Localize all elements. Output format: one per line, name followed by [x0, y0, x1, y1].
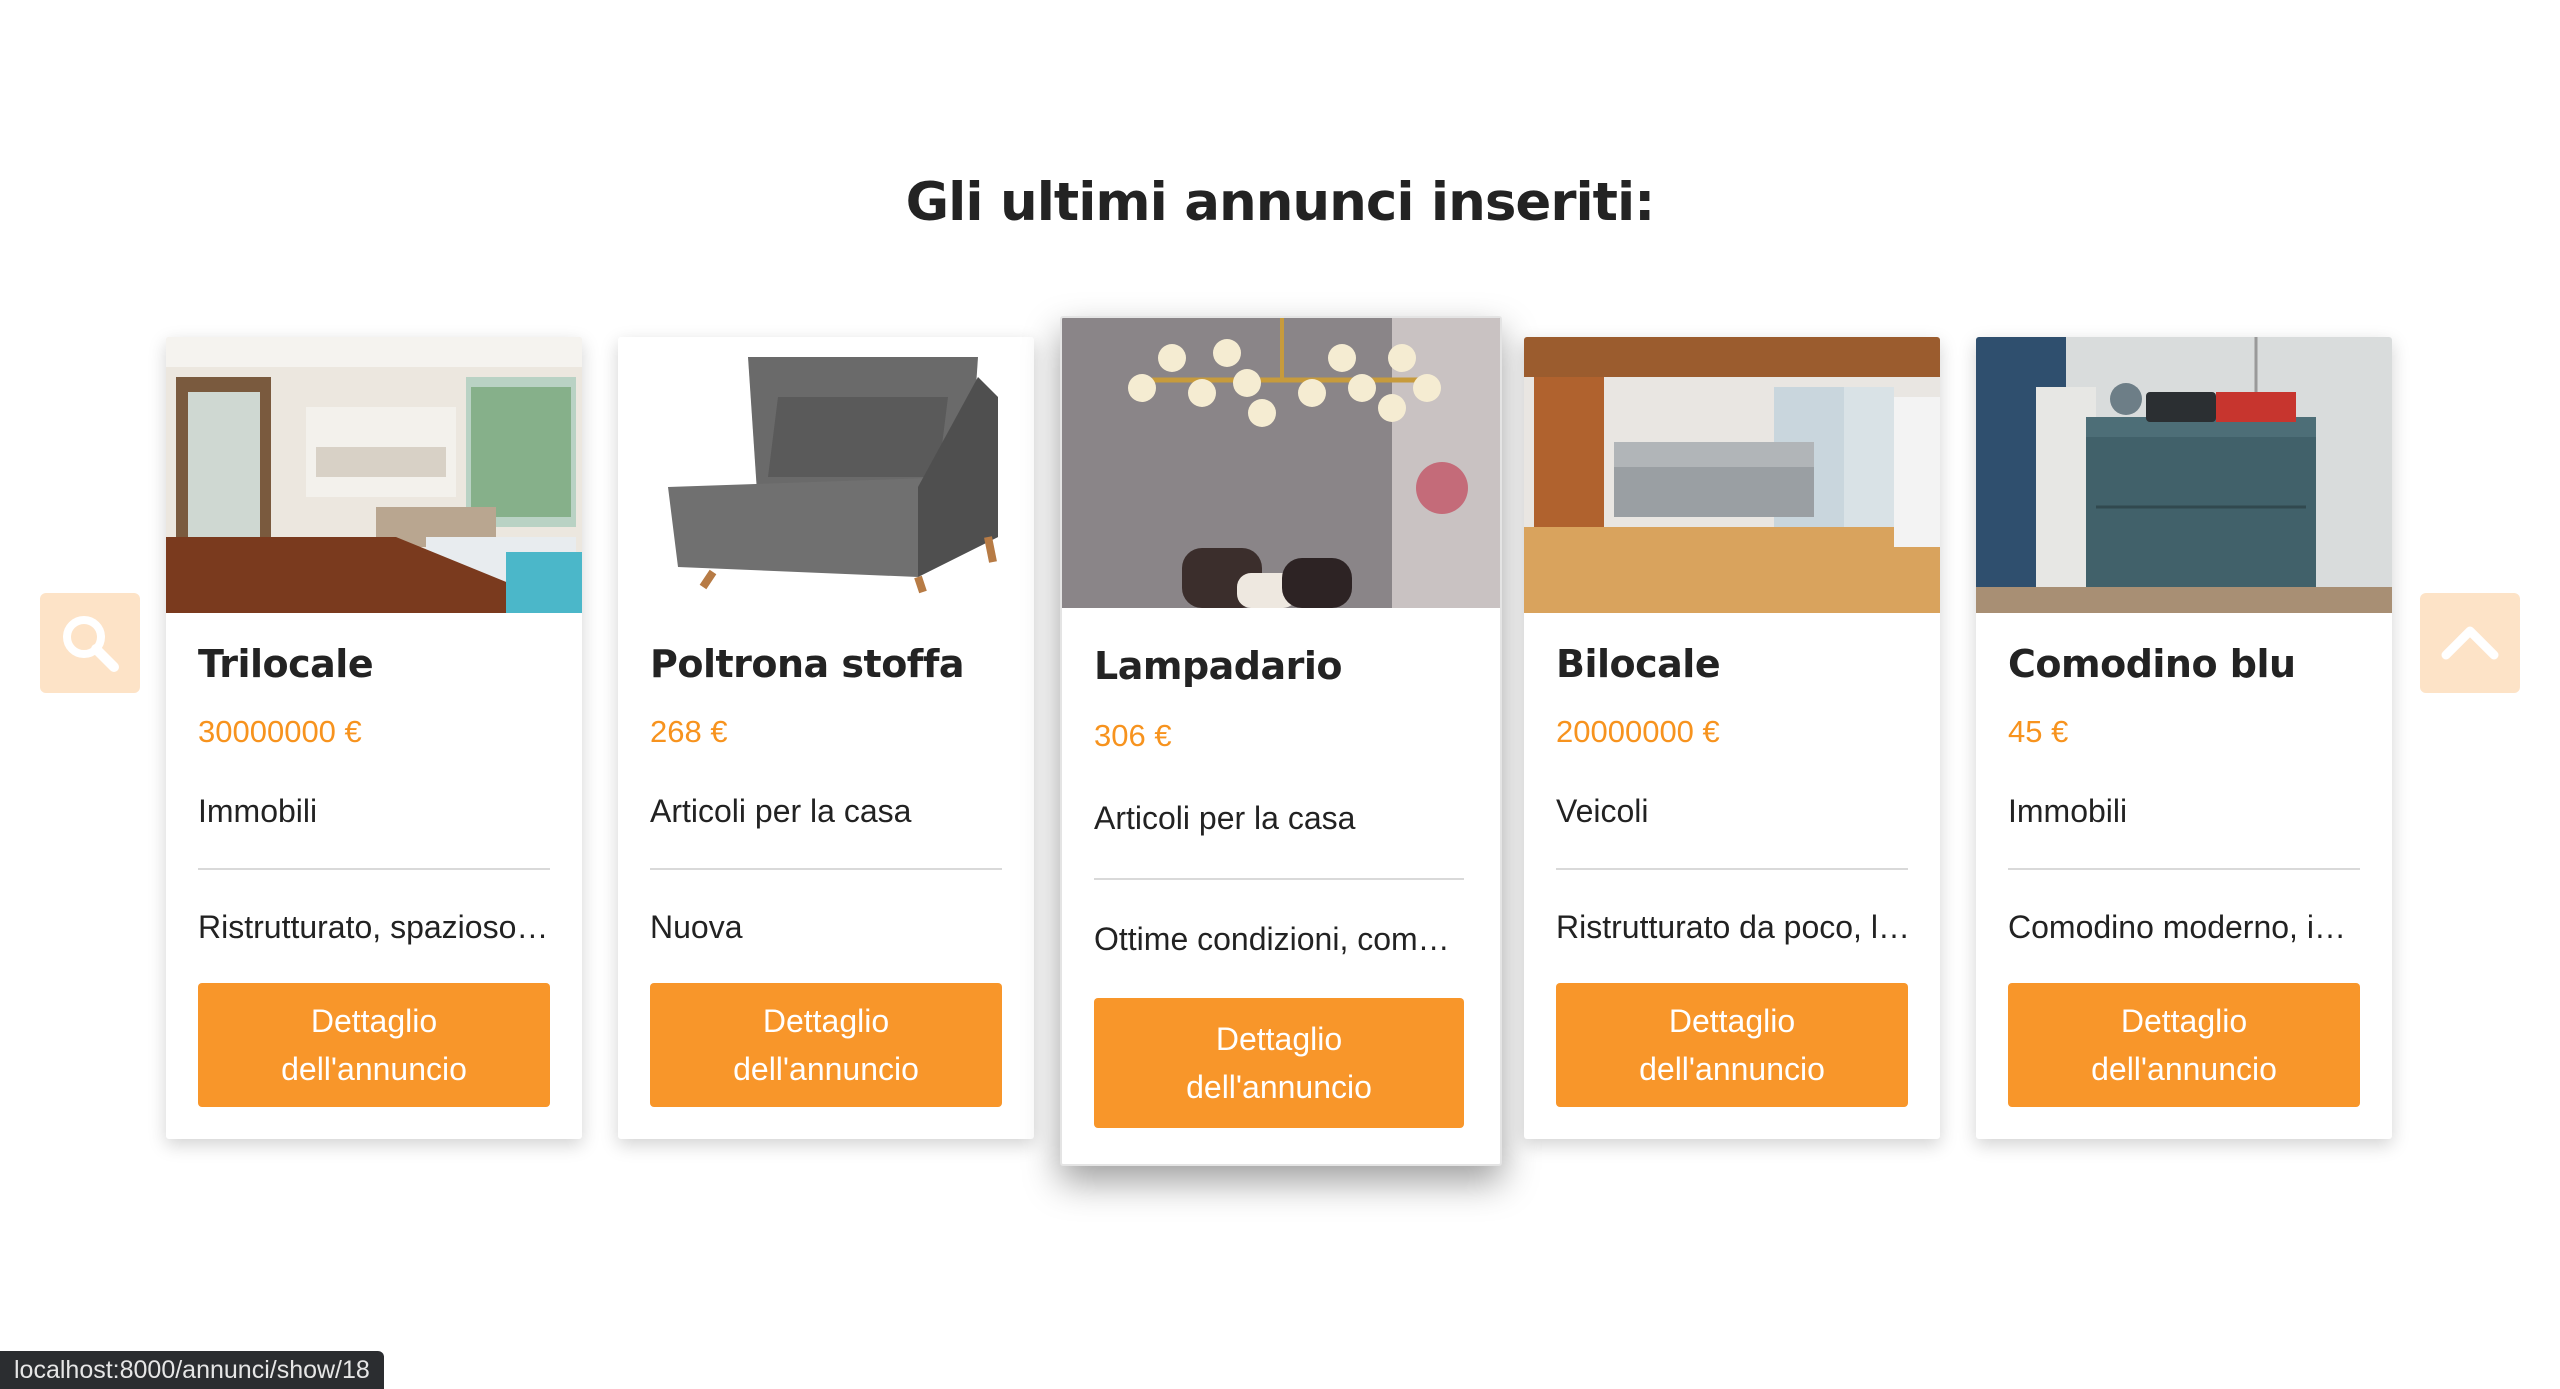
armchair-photo[interactable] [618, 337, 1034, 613]
nightstand-photo[interactable] [1976, 337, 2392, 613]
listing-card: Comodino blu 45 € Immobili Comodino mode… [1976, 337, 2392, 1139]
card-category: Immobili [198, 793, 318, 829]
detail-button-label: Dettaglio dell'annuncio [733, 1003, 919, 1087]
card-price: 268 € [650, 714, 728, 749]
card-title: Trilocale [198, 642, 374, 686]
living-room-photo[interactable] [1524, 337, 1940, 613]
card-title: Lampadario [1094, 644, 1343, 688]
card-category: Articoli per la casa [650, 793, 912, 829]
card-price: 20000000 € [1556, 714, 1720, 749]
card-divider [1094, 878, 1464, 880]
card-title: Comodino blu [2008, 642, 2296, 686]
listing-card: Poltrona stoffa 268 € Articoli per la ca… [618, 337, 1034, 1139]
card-price: 45 € [2008, 714, 2069, 749]
search-icon [63, 616, 119, 672]
card-title: Bilocale [1556, 642, 1721, 686]
detail-button[interactable]: Dettaglio dell'annuncio [1094, 998, 1464, 1128]
detail-button-label: Dettaglio dell'annuncio [281, 1003, 467, 1087]
status-bar-url: localhost:8000/annunci/show/18 [0, 1351, 384, 1389]
listing-card: Bilocale 20000000 € Veicoli Ristrutturat… [1524, 337, 1940, 1139]
detail-button-label: Dettaglio dell'annuncio [1639, 1003, 1825, 1087]
card-description: Ottime condizioni, come nuovo [1094, 921, 1466, 957]
card-divider [198, 868, 550, 870]
card-divider [650, 868, 1002, 870]
card-category: Immobili [2008, 793, 2128, 829]
detail-button[interactable]: Dettaglio dell'annuncio [2008, 983, 2360, 1107]
card-price: 306 € [1094, 718, 1172, 753]
chevron-up-icon [2441, 626, 2499, 660]
search-button[interactable] [40, 593, 140, 693]
detail-button[interactable]: Dettaglio dell'annuncio [198, 983, 550, 1107]
listing-card: Trilocale 30000000 € 30000000 € Immobili… [166, 337, 582, 1139]
card-description: Nuova [650, 909, 743, 945]
scroll-top-button[interactable] [2420, 593, 2520, 693]
card-title: Poltrona stoffa [650, 642, 965, 686]
chandelier-photo[interactable] [1062, 318, 1500, 608]
card-category: Articoli per la casa [1094, 800, 1356, 836]
card-divider [1556, 868, 1908, 870]
card-divider [2008, 868, 2360, 870]
card-description: Ristrutturato, spazioso, luminoso [198, 909, 552, 945]
card-description: Comodino moderno, in legno [2008, 909, 2362, 945]
listing-card-active: Lampadario 306 € Articoli per la casa Ot… [1060, 316, 1502, 1166]
detail-button[interactable]: Dettaglio dell'annuncio [1556, 983, 1908, 1107]
card-price: 30000000 € [198, 714, 362, 749]
detail-button-label: Dettaglio dell'annuncio [1186, 1021, 1372, 1105]
detail-button-label: Dettaglio dell'annuncio [2091, 1003, 2277, 1087]
detail-button[interactable]: Dettaglio dell'annuncio [650, 983, 1002, 1107]
section-heading: Gli ultimi annunci inseriti: [905, 172, 1656, 233]
card-category: Veicoli [1556, 793, 1649, 829]
card-description: Ristrutturato da poco, luminoso [1556, 909, 1910, 945]
apartment-photo[interactable] [166, 337, 582, 613]
